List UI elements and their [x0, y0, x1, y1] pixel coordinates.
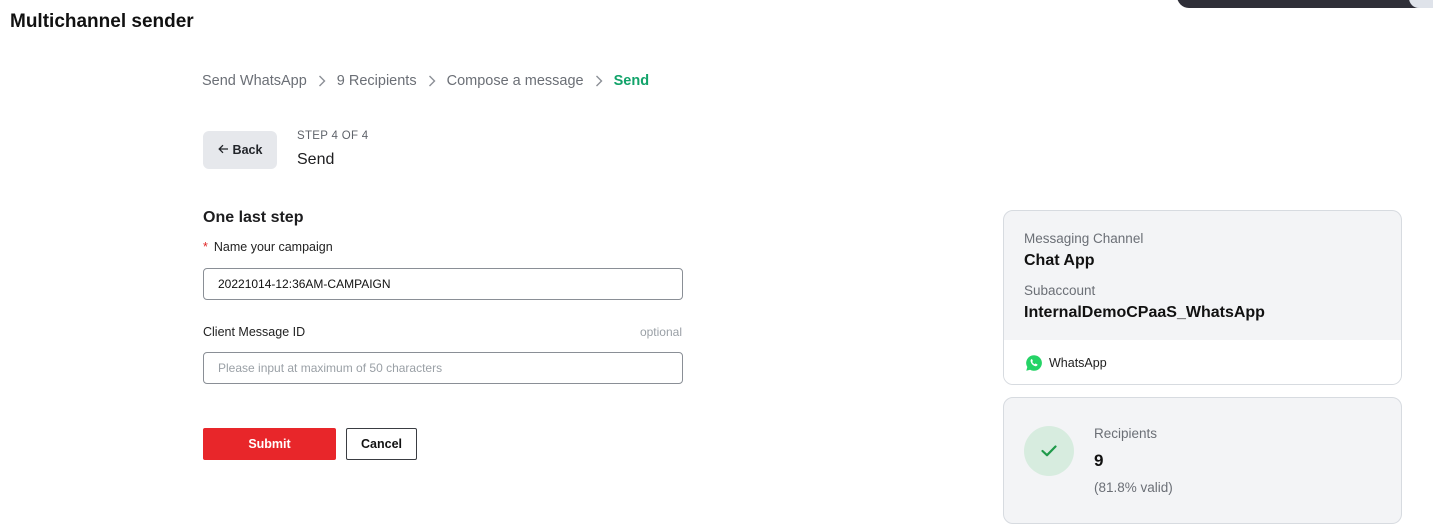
section-title: One last step	[203, 209, 304, 226]
back-button[interactable]: Back	[203, 131, 277, 169]
whatsapp-icon	[1025, 354, 1043, 372]
campaign-name-label: * Name your campaign	[203, 240, 333, 254]
breadcrumb-recipients[interactable]: 9 Recipients	[337, 73, 417, 89]
channel-row: WhatsApp	[1004, 340, 1401, 384]
breadcrumb: Send WhatsApp 9 Recipients Compose a mes…	[202, 73, 649, 89]
client-message-id-input[interactable]	[203, 352, 683, 384]
breadcrumb-compose[interactable]: Compose a message	[447, 73, 584, 89]
subaccount-value: InternalDemoCPaaS_WhatsApp	[1024, 304, 1265, 321]
top-right-overlay-bar	[1177, 0, 1433, 8]
recipients-valid-rate: (81.8% valid)	[1094, 480, 1173, 495]
campaign-name-input[interactable]	[203, 268, 683, 300]
step-title: Send	[297, 151, 335, 168]
arrow-left-icon	[217, 143, 229, 157]
channel-details: Messaging Channel Chat App Subaccount In…	[1004, 211, 1401, 340]
breadcrumb-send: Send	[613, 73, 650, 89]
required-marker: *	[203, 240, 208, 254]
client-message-id-label: Client Message ID	[203, 325, 306, 339]
back-button-label: Back	[232, 143, 263, 157]
channel-name: WhatsApp	[1049, 356, 1107, 370]
subaccount-label: Subaccount	[1024, 283, 1096, 298]
channel-summary-card: Messaging Channel Chat App Subaccount In…	[1003, 210, 1402, 385]
check-icon	[1024, 426, 1074, 476]
breadcrumb-send-whatsapp[interactable]: Send WhatsApp	[202, 73, 307, 89]
optional-hint: optional	[639, 325, 682, 339]
submit-button[interactable]: Submit	[203, 428, 336, 460]
cancel-button[interactable]: Cancel	[346, 428, 417, 460]
app-title: Multichannel sender	[10, 11, 194, 32]
recipients-count: 9	[1094, 451, 1104, 470]
overlay-cap	[1409, 0, 1433, 8]
messaging-channel-value: Chat App	[1024, 252, 1095, 269]
campaign-name-label-text: Name your campaign	[213, 240, 333, 254]
messaging-channel-label: Messaging Channel	[1024, 231, 1144, 246]
recipients-label: Recipients	[1094, 426, 1158, 441]
recipients-summary-card: Recipients 9 (81.8% valid)	[1003, 397, 1402, 524]
chevron-right-icon	[595, 75, 603, 87]
chevron-right-icon	[318, 75, 326, 87]
step-progress: STEP 4 OF 4	[297, 130, 369, 142]
chevron-right-icon	[428, 75, 436, 87]
